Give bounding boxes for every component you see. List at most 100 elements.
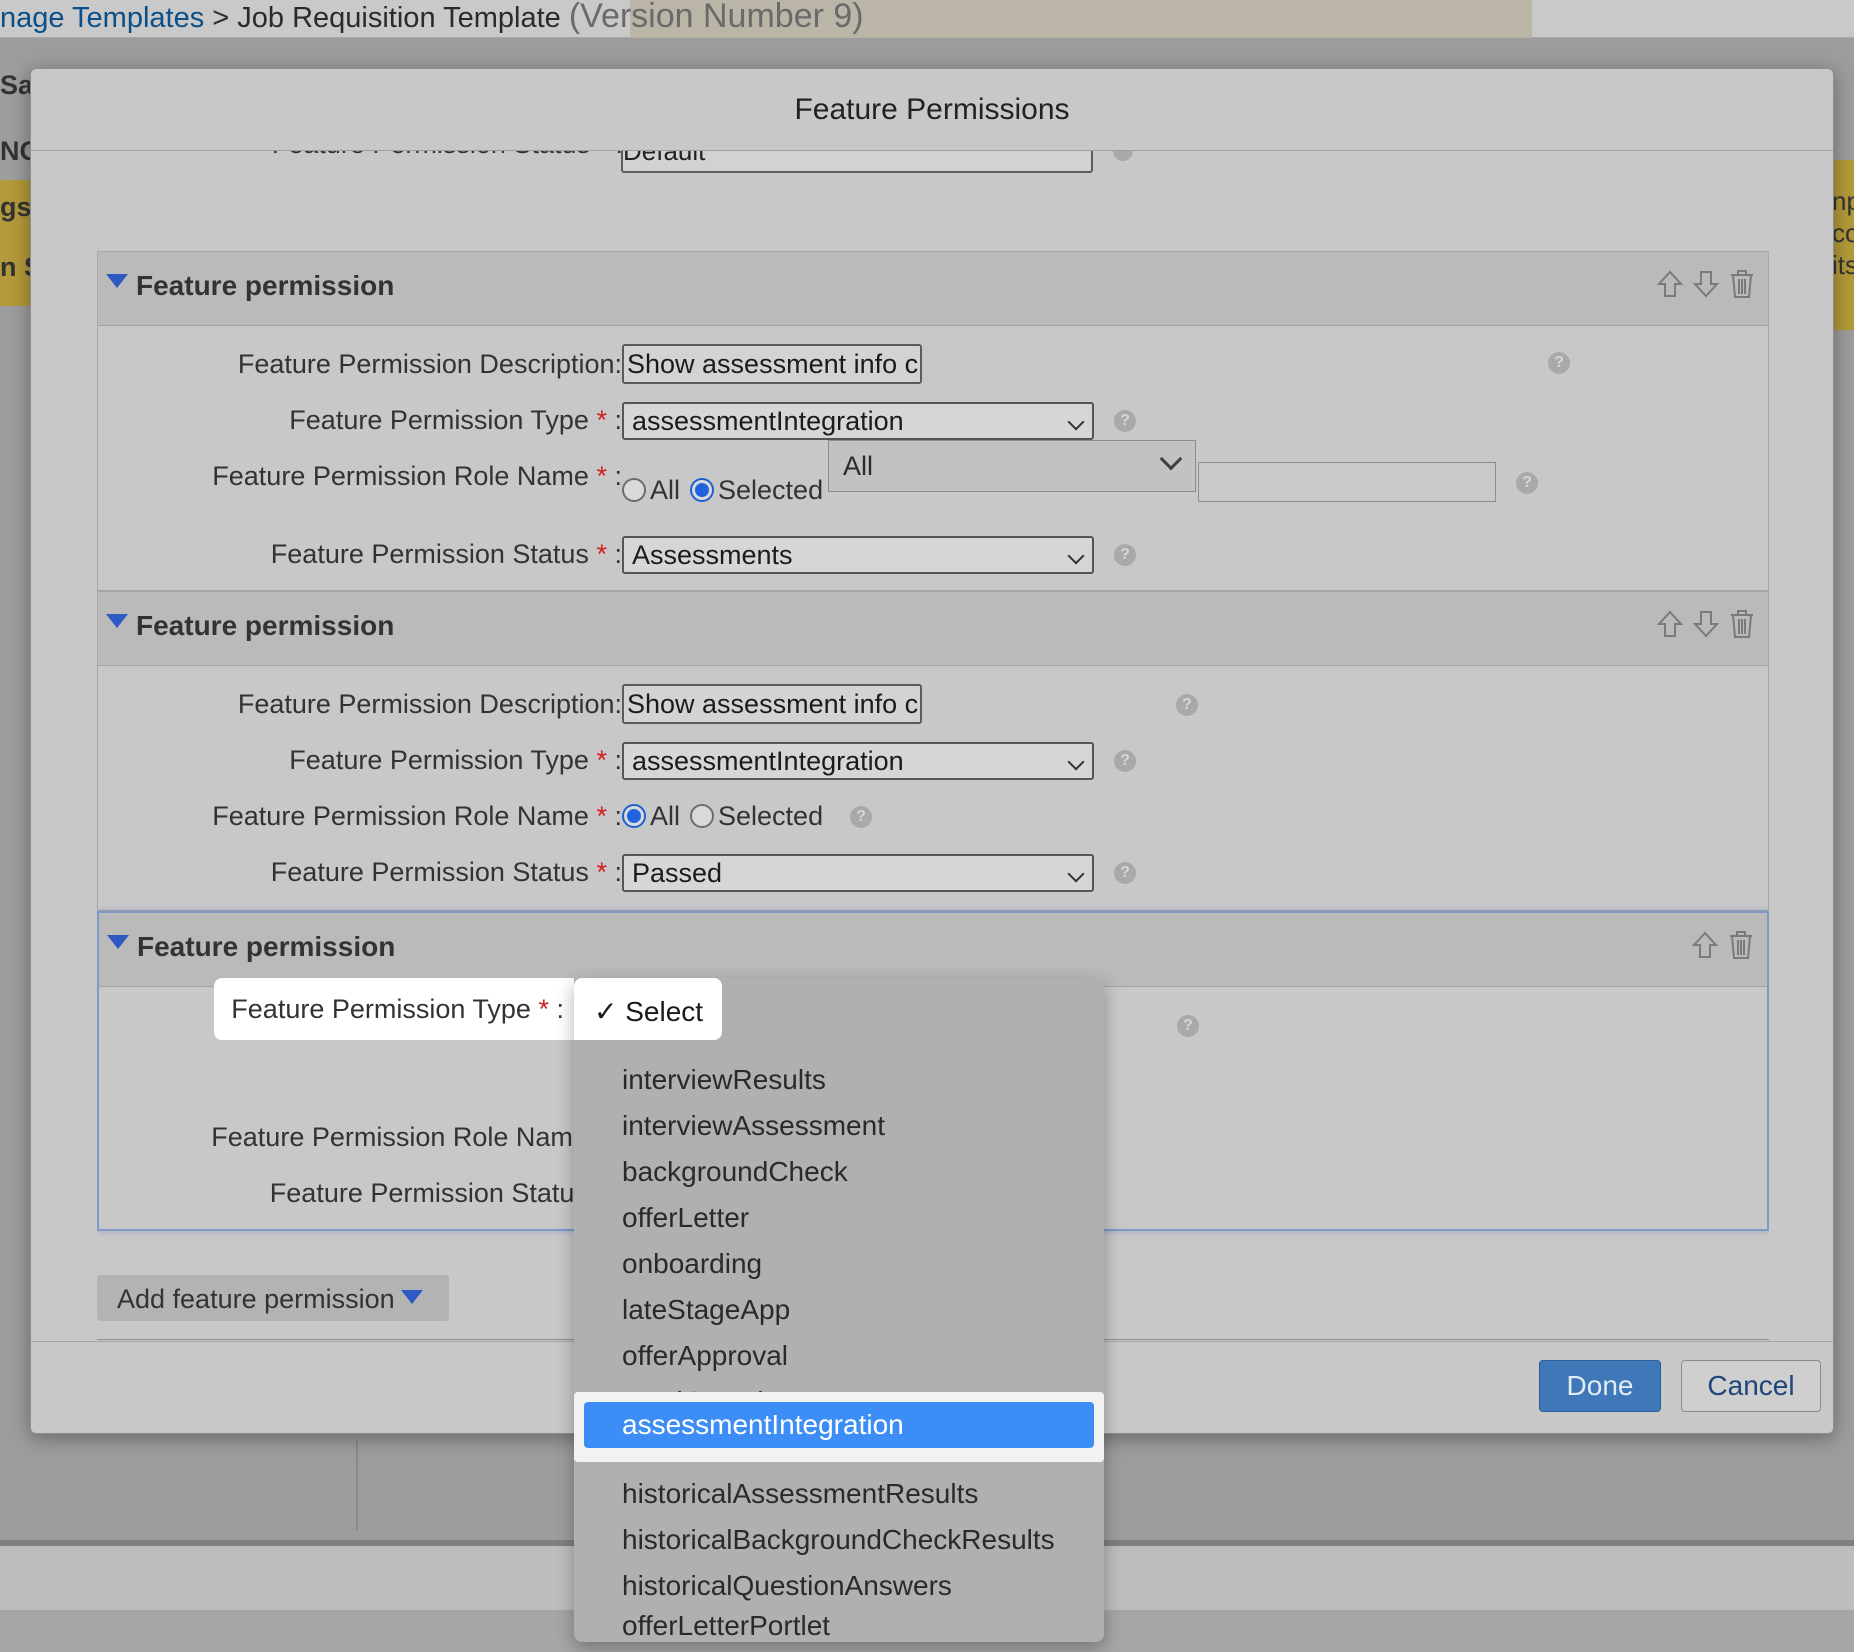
dropdown-option-highlighted[interactable]: assessmentIntegration [584, 1402, 1094, 1448]
section-title: Feature permission [136, 270, 395, 301]
collapse-triangle-icon[interactable] [106, 274, 128, 288]
role-combo-value: All [843, 451, 874, 481]
status-row: Feature Permission Status * : Passed ? [98, 844, 1768, 900]
dropdown-option[interactable]: backgroundCheck [622, 1149, 848, 1195]
section-title: Feature permission [136, 610, 395, 641]
chevron-down-icon [1067, 753, 1085, 771]
role-selected-radio[interactable] [690, 804, 715, 828]
status-label: Feature Permission Status * : [270, 539, 622, 569]
partial-status-label: Feature Permission Status * : [272, 151, 623, 160]
role-selected-label: Selected [718, 800, 824, 831]
description-label: Feature Permission Description: [237, 689, 622, 719]
help-icon[interactable]: ? [1114, 750, 1136, 772]
description-input[interactable] [622, 684, 922, 724]
help-icon[interactable]: ? [1114, 410, 1136, 432]
dropdown-option[interactable]: interviewResults [622, 1057, 826, 1103]
type-row: Feature Permission Type * : assessmentIn… [98, 732, 1768, 788]
role-label: Feature Permission Role Name * : [212, 461, 622, 491]
partial-status-select[interactable]: Default [621, 151, 1093, 173]
dropdown-option[interactable]: historicalQuestionAnswers [622, 1563, 952, 1609]
add-feature-permission-label: Add feature permission [117, 1284, 395, 1314]
description-input[interactable] [622, 344, 922, 384]
role-combo-select[interactable]: All [828, 440, 1196, 492]
cancel-button[interactable]: Cancel [1681, 1360, 1821, 1412]
dialog-title: Feature Permissions [31, 69, 1833, 151]
add-feature-permission-button[interactable]: Add feature permission [97, 1275, 449, 1321]
type-select-value: assessmentIntegration [632, 406, 904, 436]
bg-right-label: co [1832, 218, 1854, 248]
type-label-focused: Feature Permission Type * : [214, 978, 574, 1040]
chevron-down-icon [1159, 447, 1183, 471]
section-header[interactable]: Feature permission [98, 252, 1768, 326]
collapse-triangle-icon[interactable] [107, 935, 129, 949]
dropdown-option[interactable]: offerApproval [622, 1333, 788, 1379]
move-up-icon[interactable] [1656, 608, 1684, 640]
section-tools [1656, 608, 1756, 640]
status-label: Feature Permission Status * : [270, 857, 622, 887]
type-select-value: assessmentIntegration [632, 746, 904, 776]
help-icon[interactable] [1113, 151, 1133, 161]
role-label: Feature Permission Role Name * : [211, 1122, 621, 1152]
type-label: Feature Permission Type * : [289, 405, 622, 435]
done-button[interactable]: Done [1539, 1360, 1661, 1412]
dropdown-option[interactable]: historicalAssessmentResults [622, 1471, 978, 1517]
description-row: Feature Permission Description: ? [98, 336, 1768, 392]
move-up-icon[interactable] [1691, 929, 1719, 961]
help-icon[interactable]: ? [1176, 694, 1198, 716]
role-search-input[interactable] [1198, 462, 1496, 502]
status-label: Feature Permission Status * : [269, 1178, 621, 1208]
section-title: Feature permission [137, 931, 396, 962]
chevron-down-icon [1067, 547, 1085, 565]
feature-permission-section: Feature permission Feature Permission De… [97, 251, 1769, 591]
type-select[interactable]: assessmentIntegration [622, 742, 1094, 780]
type-dropdown-menu[interactable]: ✓ Select interviewResults interviewAsses… [574, 978, 1104, 1642]
move-down-icon[interactable] [1692, 608, 1720, 640]
help-icon[interactable]: ? [1548, 352, 1570, 374]
dropdown-option[interactable]: lateStageApp [622, 1287, 790, 1333]
bg-column-divider [356, 1440, 358, 1530]
role-radio-group: All Selected [622, 462, 823, 518]
dropdown-option[interactable]: interviewAssessment [622, 1103, 885, 1149]
section-tools [1656, 268, 1756, 300]
dropdown-option[interactable]: onboarding [622, 1241, 762, 1287]
section-tools [1691, 929, 1755, 961]
type-label: Feature Permission Type * : [289, 745, 622, 775]
help-icon[interactable]: ? [1114, 544, 1136, 566]
move-up-icon[interactable] [1656, 268, 1684, 300]
section-header[interactable]: Feature permission [98, 592, 1768, 666]
checkmark-icon: ✓ [594, 996, 618, 1027]
role-all-label: All [650, 800, 681, 831]
status-select[interactable]: Assessments [622, 536, 1094, 574]
role-all-radio[interactable] [622, 804, 646, 828]
help-icon[interactable]: ? [1114, 862, 1136, 884]
help-icon[interactable]: ? [1177, 1015, 1199, 1037]
role-selected-radio[interactable] [690, 478, 715, 502]
dropdown-option[interactable]: offerLetterPortlet [622, 1609, 830, 1639]
dropdown-option[interactable]: offerLetter [622, 1195, 749, 1241]
dropdown-option[interactable]: historicalBackgroundCheckResults [622, 1517, 1055, 1563]
breadcrumb-link-manage-templates[interactable]: nage Templates [0, 2, 204, 34]
role-radio-group: All Selected [622, 788, 823, 844]
help-icon[interactable]: ? [1516, 472, 1538, 494]
breadcrumb-current: Job Requisition Template [237, 2, 569, 34]
description-row: Feature Permission Description: ? [98, 676, 1768, 732]
dropdown-option-selected[interactable]: ✓ Select [574, 978, 722, 1040]
trash-icon[interactable] [1728, 608, 1756, 640]
help-icon[interactable]: ? [850, 806, 872, 828]
status-select-value: Assessments [632, 540, 793, 570]
status-select[interactable]: Passed [622, 854, 1094, 892]
type-select[interactable]: assessmentIntegration [622, 402, 1094, 440]
move-down-icon[interactable] [1692, 268, 1720, 300]
trash-icon[interactable] [1728, 268, 1756, 300]
role-all-label: All [650, 474, 681, 505]
bg-right-label: np [1832, 186, 1854, 216]
section-header[interactable]: Feature permission [99, 913, 1767, 987]
role-all-radio[interactable] [622, 478, 646, 502]
breadcrumb-separator: > [204, 2, 238, 34]
status-select-value: Passed [632, 858, 723, 888]
dropdown-triangle-icon [400, 1290, 423, 1304]
partial-status-value: Default [623, 151, 706, 166]
role-label: Feature Permission Role Name * : [212, 801, 622, 831]
collapse-triangle-icon[interactable] [106, 614, 128, 628]
trash-icon[interactable] [1727, 929, 1755, 961]
